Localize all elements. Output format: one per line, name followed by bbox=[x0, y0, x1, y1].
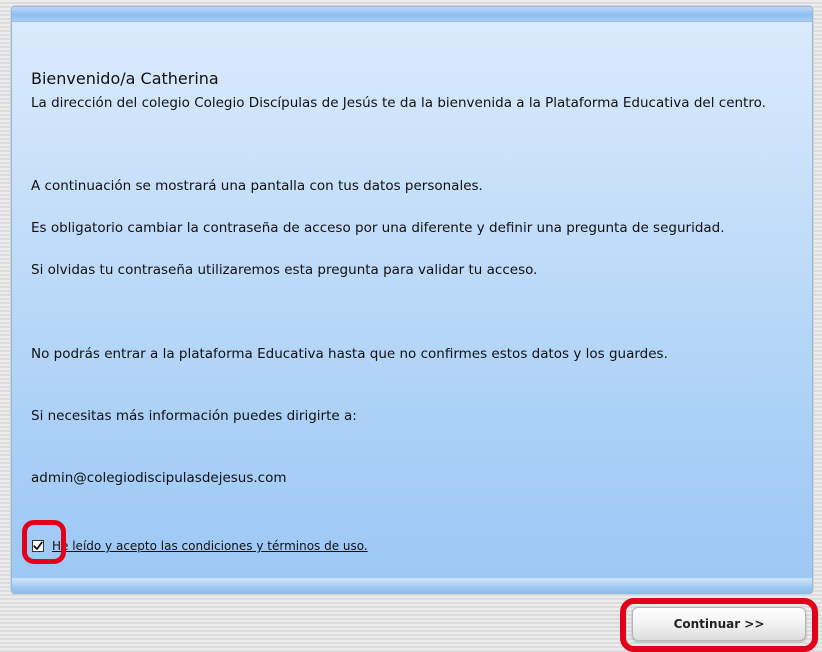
continue-button[interactable]: Continuar >> bbox=[632, 607, 806, 641]
check-icon bbox=[33, 541, 43, 550]
info-personal-data: A continuación se mostrará una pantalla … bbox=[31, 178, 483, 194]
terms-link[interactable]: He leído y acepto las condiciones y térm… bbox=[52, 539, 368, 553]
info-security-question: Si olvidas tu contraseña utilizaremos es… bbox=[31, 262, 538, 278]
panel-footer-bar bbox=[12, 578, 812, 593]
terms-checkbox[interactable] bbox=[32, 540, 44, 552]
contact-email: admin@colegiodiscipulasdejesus.com bbox=[31, 470, 287, 486]
welcome-panel: Bienvenido/a Catherina La dirección del … bbox=[11, 6, 813, 594]
info-contact: Si necesitas más información puedes diri… bbox=[31, 408, 357, 424]
panel-header-bar bbox=[12, 7, 812, 22]
welcome-intro: La dirección del colegio Colegio Discípu… bbox=[31, 95, 766, 111]
info-password-required: Es obligatorio cambiar la contraseña de … bbox=[31, 220, 725, 236]
welcome-title: Bienvenido/a Catherina bbox=[31, 69, 219, 88]
terms-row[interactable]: He leído y acepto las condiciones y térm… bbox=[32, 535, 368, 557]
info-access-blocked: No podrás entrar a la plataforma Educati… bbox=[31, 346, 668, 362]
